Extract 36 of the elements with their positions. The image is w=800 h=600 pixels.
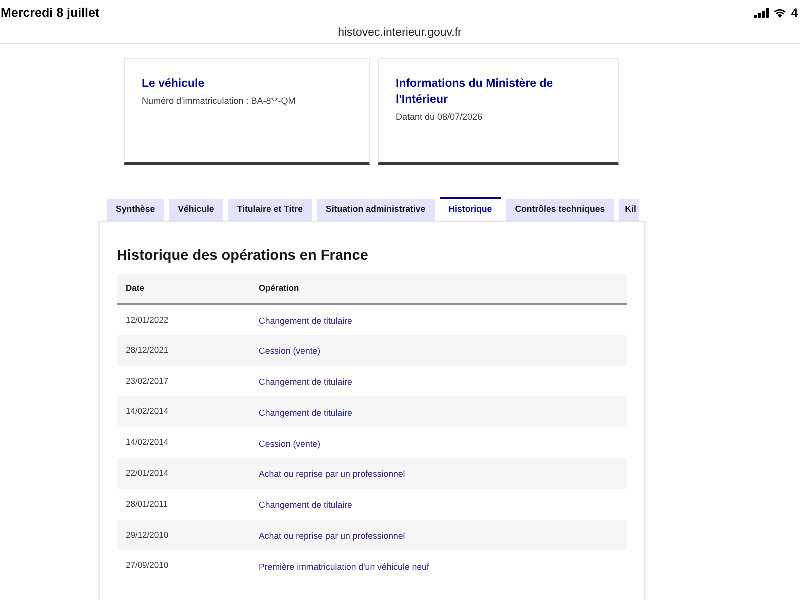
operation-link[interactable]: Changement de titulaire [259, 316, 352, 326]
card-subtitle: Numéro d'immatriculation : BA-8**-QM [142, 95, 297, 108]
column-header: Date [117, 274, 250, 304]
date-cell: 14/02/2014 [117, 396, 250, 428]
card-subtitle: Datant du 08/07/2026 [396, 111, 484, 124]
tab[interactable]: Véhicule [169, 199, 224, 221]
card-title: Informations du Ministère de l'Intérieur [396, 77, 554, 108]
battery-percent: 4 [791, 4, 798, 22]
column-header: Opération [250, 274, 627, 304]
operation-link[interactable]: Achat ou reprise par un professionnel [259, 530, 406, 541]
url-text[interactable]: histovec.interieur.gouv.fr [338, 25, 462, 41]
status-date: Mercredi 8 juillet [1, 4, 100, 22]
date-cell: 28/01/2011 [117, 488, 250, 520]
date-cell: 23/02/2017 [117, 366, 250, 396]
tab[interactable]: Kil [619, 199, 640, 221]
operation-link[interactable]: Cession (vente) [259, 438, 321, 449]
operation-link[interactable]: Changement de titulaire [259, 408, 352, 418]
date-cell: 12/01/2022 [117, 304, 250, 335]
card-title: Le véhicule [142, 77, 206, 92]
operation-link[interactable]: Première immatriculation d'un véhicule neuf [259, 562, 430, 572]
signal-icon [754, 8, 770, 18]
operation-link[interactable]: Cession (vente) [259, 346, 321, 356]
wifi-icon [773, 8, 788, 18]
section-heading: Historique des opérations en France [117, 247, 370, 265]
tab[interactable]: Titulaire et Titre [228, 199, 312, 221]
tab[interactable]: Situation administrative [316, 199, 435, 221]
tab[interactable]: Contrôles techniques [506, 199, 614, 221]
date-cell: 28/12/2021 [117, 334, 250, 366]
operation-link[interactable]: Achat ou reprise par un professionnel [259, 469, 406, 480]
operation-link[interactable]: Changement de titulaire [259, 376, 352, 387]
operation-link[interactable]: Changement de titulaire [259, 500, 352, 510]
date-cell: 14/02/2014 [117, 427, 250, 458]
date-cell-text: 27/09/2010 [125, 559, 170, 572]
tab[interactable]: Synthèse [107, 199, 164, 221]
date-cell: 29/12/2010 [117, 520, 250, 550]
date-cell: 22/01/2014 [117, 458, 250, 489]
